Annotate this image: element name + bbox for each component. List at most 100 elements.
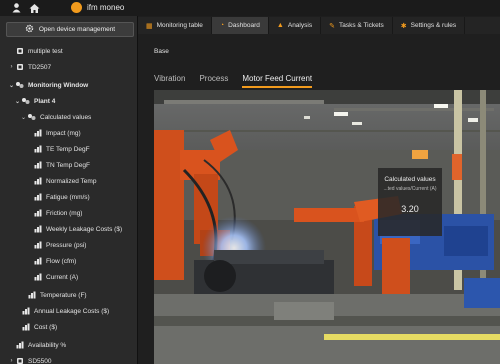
tree-item-label: Current (A) [46, 273, 79, 281]
sensor-icon [33, 241, 42, 250]
open-device-management-label: Open device management [38, 26, 116, 33]
group-icon [15, 81, 24, 90]
table-icon: ▦ [146, 22, 153, 30]
main-tabs: ▦ Monitoring table ◔ Dashboard ▲ Analysis ✎ Tas… [138, 17, 500, 34]
factory-image [154, 90, 500, 364]
subtab-process[interactable]: Process [199, 74, 228, 88]
person-icon[interactable] [10, 2, 22, 14]
sensor-icon [33, 193, 42, 202]
tab-label: Dashboard [228, 22, 260, 29]
tab-label: Settings & rules [410, 22, 457, 29]
tree-item[interactable]: Current (A) [0, 269, 138, 285]
tree-item[interactable]: ⌄ Plant 4 [0, 93, 138, 109]
tree-item[interactable]: Normalized Temp [0, 173, 138, 189]
sensor-icon [21, 323, 30, 332]
tree-item[interactable]: Annual Leakage Costs ($) [0, 303, 138, 319]
sensor-icon [33, 209, 42, 218]
sensor-icon [33, 225, 42, 234]
chevron-right-icon[interactable]: › [8, 358, 15, 364]
tree-item-label: Friction (mg) [46, 209, 83, 217]
tab-label: Analysis [287, 22, 313, 29]
tree-item-label: Temperature (F) [40, 291, 87, 299]
tree-item[interactable]: ⌄ Calculated values [0, 109, 138, 125]
factory-photo [154, 90, 500, 364]
device-icon [15, 357, 24, 364]
tree-item[interactable]: Friction (mg) [0, 205, 138, 221]
sensor-icon [33, 129, 42, 138]
home-icon[interactable] [28, 2, 40, 14]
sensor-icon [33, 257, 42, 266]
sensor-icon [33, 273, 42, 282]
widget-subtitle: ...ted values/Current (A) [383, 186, 437, 192]
tree-item-label: Fatigue (mm/s) [46, 193, 90, 201]
tab-dashboard[interactable]: ◔ Dashboard [211, 17, 269, 34]
tab-tasks-tickets[interactable]: ✎ Tasks & Tickets [321, 17, 393, 34]
gear-icon: ✱ [400, 22, 407, 30]
tree-item-label: Calculated values [40, 113, 92, 121]
tree-item[interactable]: Weekly Leakage Costs ($) [0, 221, 138, 237]
calculated-value-widget[interactable]: Calculated values ...ted values/Current … [378, 168, 442, 236]
tree-item-label: Pressure (psi) [46, 241, 87, 249]
tree-item-label: TN Temp DegF [46, 161, 90, 169]
device-icon [15, 47, 24, 56]
chart-icon: ▲ [276, 22, 284, 29]
group-icon [27, 113, 36, 122]
sensor-icon [27, 291, 36, 300]
tree-item[interactable]: Fatigue (mm/s) [0, 189, 138, 205]
top-bar: ifm moneo [0, 0, 500, 16]
tree-item-label: Annual Leakage Costs ($) [34, 307, 110, 315]
subtab-vibration[interactable]: Vibration [154, 74, 185, 88]
tree-item-label: TE Temp DegF [46, 145, 90, 153]
gear-icon [25, 24, 34, 35]
subtab-motor-feed-current[interactable]: Motor Feed Current [242, 74, 313, 88]
sensor-icon [33, 161, 42, 170]
tree-item[interactable]: Availability % [0, 337, 138, 353]
tree-item-label: Weekly Leakage Costs ($) [46, 225, 123, 233]
tree-item[interactable]: Pressure (psi) [0, 237, 138, 253]
dashboard-content: Base Vibration Process Motor Feed Current [138, 34, 500, 364]
tree-item-label: SD5500 [28, 357, 52, 364]
tree-item-label: TD2507 [28, 63, 52, 71]
tree-item[interactable]: Flow (cfm) [0, 253, 138, 269]
app-brand: ifm moneo [87, 3, 125, 12]
group-icon [21, 97, 30, 106]
tree-item-label: Flow (cfm) [46, 257, 77, 265]
sensor-icon [15, 341, 24, 350]
dashboard-subtabs: Vibration Process Motor Feed Current [154, 74, 326, 88]
device-icon [15, 63, 24, 72]
widget-value: 3.20 [401, 204, 419, 214]
tree-item[interactable]: ⌄ Monitoring Window [0, 77, 138, 93]
tree-item-label: Cost ($) [34, 323, 58, 331]
tree-item[interactable]: Cost ($) [0, 319, 138, 335]
tab-monitoring-table[interactable]: ▦ Monitoring table [138, 17, 212, 34]
tree-item-label: Impact (mg) [46, 129, 81, 137]
chevron-right-icon[interactable]: › [8, 64, 15, 70]
tab-analysis[interactable]: ▲ Analysis [269, 17, 322, 34]
tab-label: Monitoring table [156, 22, 203, 29]
tree-item[interactable]: Impact (mg) [0, 125, 138, 141]
tree-item-label: Normalized Temp [46, 177, 97, 185]
tree-item[interactable]: multiple test [0, 43, 138, 59]
wrench-icon: ✎ [329, 22, 335, 30]
tree-item-label: Availability % [28, 341, 67, 349]
tree-item[interactable]: TN Temp DegF [0, 157, 138, 173]
chevron-down-icon[interactable]: ⌄ [14, 98, 21, 105]
chevron-down-icon[interactable]: ⌄ [20, 114, 27, 121]
dashboard-icon: ◔ [219, 22, 225, 29]
tree-item-label: Monitoring Window [28, 81, 89, 89]
sensor-icon [33, 177, 42, 186]
tree-item[interactable]: › SD5500 [0, 353, 138, 364]
breadcrumb: Base [154, 48, 169, 55]
chevron-down-icon[interactable]: ⌄ [8, 82, 15, 89]
sidebar: Open device management multiple test › TD2… [0, 16, 138, 364]
widget-title: Calculated values [384, 176, 436, 183]
tree-item-label: Plant 4 [34, 97, 56, 105]
tree-item[interactable]: Temperature (F) [0, 287, 138, 303]
tab-label: Tasks & Tickets [338, 22, 384, 29]
tree-item-label: multiple test [28, 47, 63, 55]
ifm-logo-icon [71, 2, 82, 13]
tab-settings-rules[interactable]: ✱ Settings & rules [393, 17, 466, 34]
tree-item[interactable]: TE Temp DegF [0, 141, 138, 157]
tree-item[interactable]: › TD2507 [0, 59, 138, 75]
open-device-management-button[interactable]: Open device management [6, 22, 134, 37]
